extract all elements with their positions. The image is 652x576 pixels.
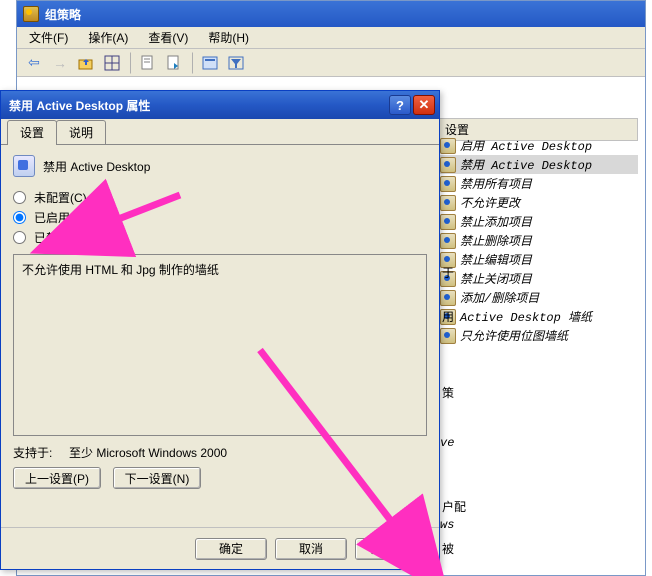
properties-dialog: 禁用 Active Desktop 属性 ? ✕ 设置 说明 禁用 Active… — [0, 90, 440, 570]
cancel-button[interactable]: 取消 — [275, 538, 347, 560]
list-item-label: 添加/删除项目 — [460, 289, 539, 306]
gp-title-text: 组策略 — [45, 6, 81, 23]
template-button[interactable] — [199, 52, 221, 74]
apply-button[interactable]: 应用(A) — [355, 538, 427, 560]
sheet-go-icon — [166, 55, 182, 71]
list-item[interactable]: 禁止编辑项目 — [438, 250, 638, 269]
supported-value: 至少 Microsoft Windows 2000 — [69, 446, 227, 460]
supported-row: 支持于: 至少 Microsoft Windows 2000 — [13, 444, 427, 461]
tab-settings[interactable]: 设置 — [7, 120, 57, 145]
separator — [129, 52, 131, 74]
bg-text: 被 — [442, 540, 454, 557]
grid-icon — [104, 55, 120, 71]
radio-label: 已禁用(D) — [34, 229, 87, 246]
prev-setting-button[interactable]: 上一设置(P) — [13, 467, 101, 489]
help-button[interactable]: ? — [389, 95, 411, 115]
radio-enabled-input[interactable] — [13, 211, 26, 224]
properties-button[interactable] — [101, 52, 123, 74]
list-item-label: 禁止删除项目 — [460, 232, 532, 249]
policy-icon — [440, 214, 456, 230]
menu-view[interactable]: 查看(V) — [142, 27, 194, 48]
bg-text: 用 — [442, 308, 454, 325]
radio-not-configured[interactable]: 未配置(C) — [13, 189, 427, 206]
policy-icon — [440, 328, 456, 344]
radio-group: 未配置(C) 已启用(E) 已禁用(D) — [13, 189, 427, 246]
tab-explain[interactable]: 说明 — [56, 120, 106, 144]
radio-disabled-input[interactable] — [13, 231, 26, 244]
bg-text: 于 — [442, 264, 454, 281]
description-box: 不允许使用 HTML 和 Jpg 制作的墙纸 — [13, 254, 427, 436]
gp-app-icon — [23, 6, 39, 22]
radio-disabled[interactable]: 已禁用(D) — [13, 229, 427, 246]
list-item[interactable]: 禁用所有项目 — [438, 174, 638, 193]
policy-icon — [440, 157, 456, 173]
policy-icon — [440, 176, 456, 192]
dialog-heading-text: 禁用 Active Desktop — [43, 158, 150, 175]
menu-action[interactable]: 操作(A) — [82, 27, 134, 48]
next-setting-button[interactable]: 下一设置(N) — [113, 467, 201, 489]
bg-text: 策 — [442, 384, 454, 401]
list-item-label: Active Desktop 墙纸 — [460, 308, 592, 325]
list-item[interactable]: 禁止关闭项目 — [438, 269, 638, 288]
list-item-label: 禁用所有项目 — [460, 175, 532, 192]
dialog-content: 禁用 Active Desktop 未配置(C) 已启用(E) 已禁用(D) 不… — [1, 145, 439, 527]
separator — [191, 52, 193, 74]
export-button[interactable] — [163, 52, 185, 74]
sheet-icon — [140, 55, 156, 71]
dialog-tabs: 设置 说明 — [1, 119, 439, 145]
gp-titlebar: 组策略 — [17, 1, 645, 27]
list-item[interactable]: 启用 Active Desktop — [438, 136, 638, 155]
gp-menubar: 文件(F) 操作(A) 查看(V) 帮助(H) — [17, 27, 645, 49]
dialog-footer: 确定 取消 应用(A) — [1, 527, 439, 569]
back-button[interactable]: ⇦ — [23, 52, 45, 74]
menu-file[interactable]: 文件(F) — [23, 27, 74, 48]
template-icon — [202, 55, 218, 71]
close-button[interactable]: ✕ — [413, 95, 435, 115]
ok-button[interactable]: 确定 — [195, 538, 267, 560]
refresh-button[interactable] — [137, 52, 159, 74]
list-item-label: 禁止添加项目 — [460, 213, 532, 230]
bg-text: 我 — [0, 4, 12, 21]
description-text: 不允许使用 HTML 和 Jpg 制作的墙纸 — [22, 263, 219, 277]
list-item[interactable]: 禁止添加项目 — [438, 212, 638, 231]
bg-text: ve — [440, 436, 454, 450]
dialog-title-text: 禁用 Active Desktop 属性 — [9, 97, 387, 114]
menu-help[interactable]: 帮助(H) — [202, 27, 255, 48]
radio-label: 未配置(C) — [34, 189, 87, 206]
radio-label: 已启用(E) — [34, 209, 86, 226]
supported-label: 支持于: — [13, 446, 52, 460]
list-item[interactable]: 只允许使用位图墙纸 — [438, 326, 638, 345]
settings-list: 启用 Active Desktop 禁用 Active Desktop 禁用所有… — [438, 136, 638, 345]
nav-buttons: 上一设置(P) 下一设置(N) — [13, 467, 427, 489]
list-item[interactable]: 添加/删除项目 — [438, 288, 638, 307]
list-item[interactable]: Active Desktop 墙纸 — [438, 307, 638, 326]
list-item-label: 禁止编辑项目 — [460, 251, 532, 268]
policy-icon — [440, 195, 456, 211]
folder-up-icon — [78, 55, 94, 71]
up-button[interactable] — [75, 52, 97, 74]
list-item-label: 不允许更改 — [460, 194, 520, 211]
list-item[interactable]: 禁用 Active Desktop — [438, 155, 638, 174]
policy-icon — [440, 233, 456, 249]
list-item-label: 启用 Active Desktop — [460, 137, 592, 154]
radio-not-configured-input[interactable] — [13, 191, 26, 204]
dialog-titlebar: 禁用 Active Desktop 属性 ? ✕ — [1, 91, 439, 119]
bg-text: ws — [440, 518, 454, 532]
filter-icon — [228, 55, 244, 71]
list-item[interactable]: 不允许更改 — [438, 193, 638, 212]
list-item-label: 禁止关闭项目 — [460, 270, 532, 287]
list-item-label: 禁用 Active Desktop — [460, 156, 592, 173]
policy-icon — [13, 155, 35, 177]
radio-enabled[interactable]: 已启用(E) — [13, 209, 427, 226]
list-item-label: 只允许使用位图墙纸 — [460, 327, 568, 344]
policy-icon — [440, 138, 456, 154]
bg-text: 户配 — [442, 498, 466, 515]
dialog-heading: 禁用 Active Desktop — [13, 155, 427, 177]
filter-button[interactable] — [225, 52, 247, 74]
policy-icon — [440, 290, 456, 306]
forward-button: → — [49, 52, 71, 74]
list-item[interactable]: 禁止删除项目 — [438, 231, 638, 250]
gp-toolbar: ⇦ → — [17, 49, 645, 77]
